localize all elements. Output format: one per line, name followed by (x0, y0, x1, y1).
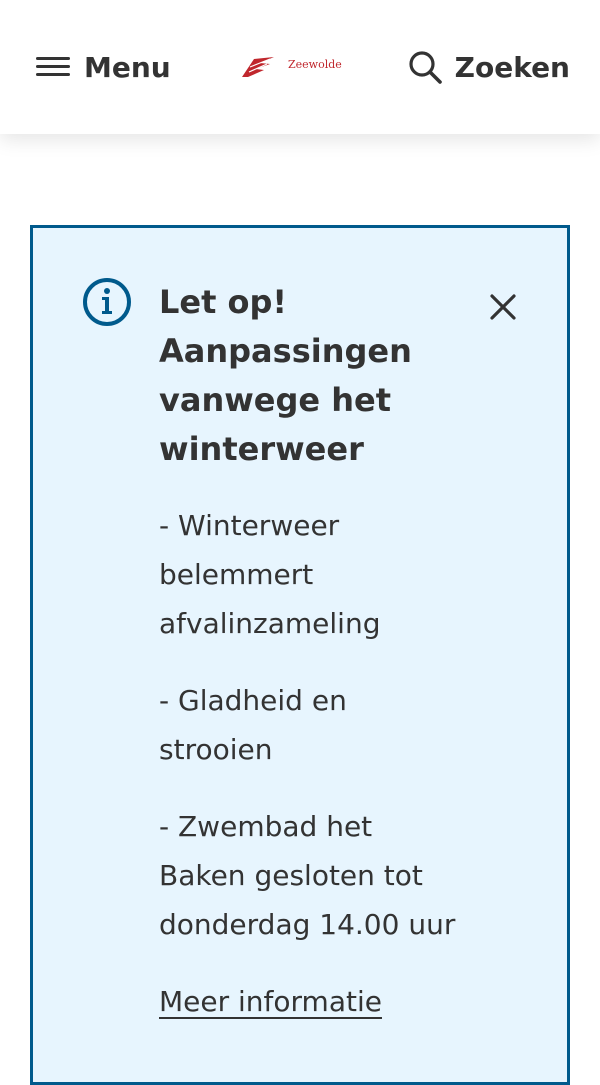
search-icon (409, 51, 442, 84)
alert-body: - Winterweer belemmert afvalinzameling -… (159, 501, 459, 1026)
alert-item: - Zwembad het Baken gesloten tot donderd… (159, 810, 456, 941)
search-button[interactable]: Zoeken (407, 48, 570, 86)
logo-text: Zeewolde (288, 57, 342, 71)
site-logo[interactable]: Zeewolde (240, 52, 350, 82)
alert-item: - Gladheid en strooien (159, 684, 347, 766)
close-icon[interactable] (488, 292, 518, 322)
menu-label: Menu (84, 50, 171, 84)
alert-title: Let op! Aanpassingen vanwege het winterw… (159, 283, 412, 468)
info-icon (83, 278, 131, 326)
menu-icon (36, 55, 70, 79)
alert-item: - Winterweer belemmert afvalinzameling (159, 509, 381, 640)
more-info-link[interactable]: Meer informatie (159, 977, 382, 1026)
menu-button[interactable]: Menu (36, 48, 171, 86)
site-header: Menu Zeewolde Zoeken (0, 0, 600, 134)
zeewolde-logo-icon (242, 57, 274, 77)
search-label: Zoeken (454, 50, 570, 84)
winter-weather-alert: Let op! Aanpassingen vanwege het winterw… (30, 225, 570, 1085)
